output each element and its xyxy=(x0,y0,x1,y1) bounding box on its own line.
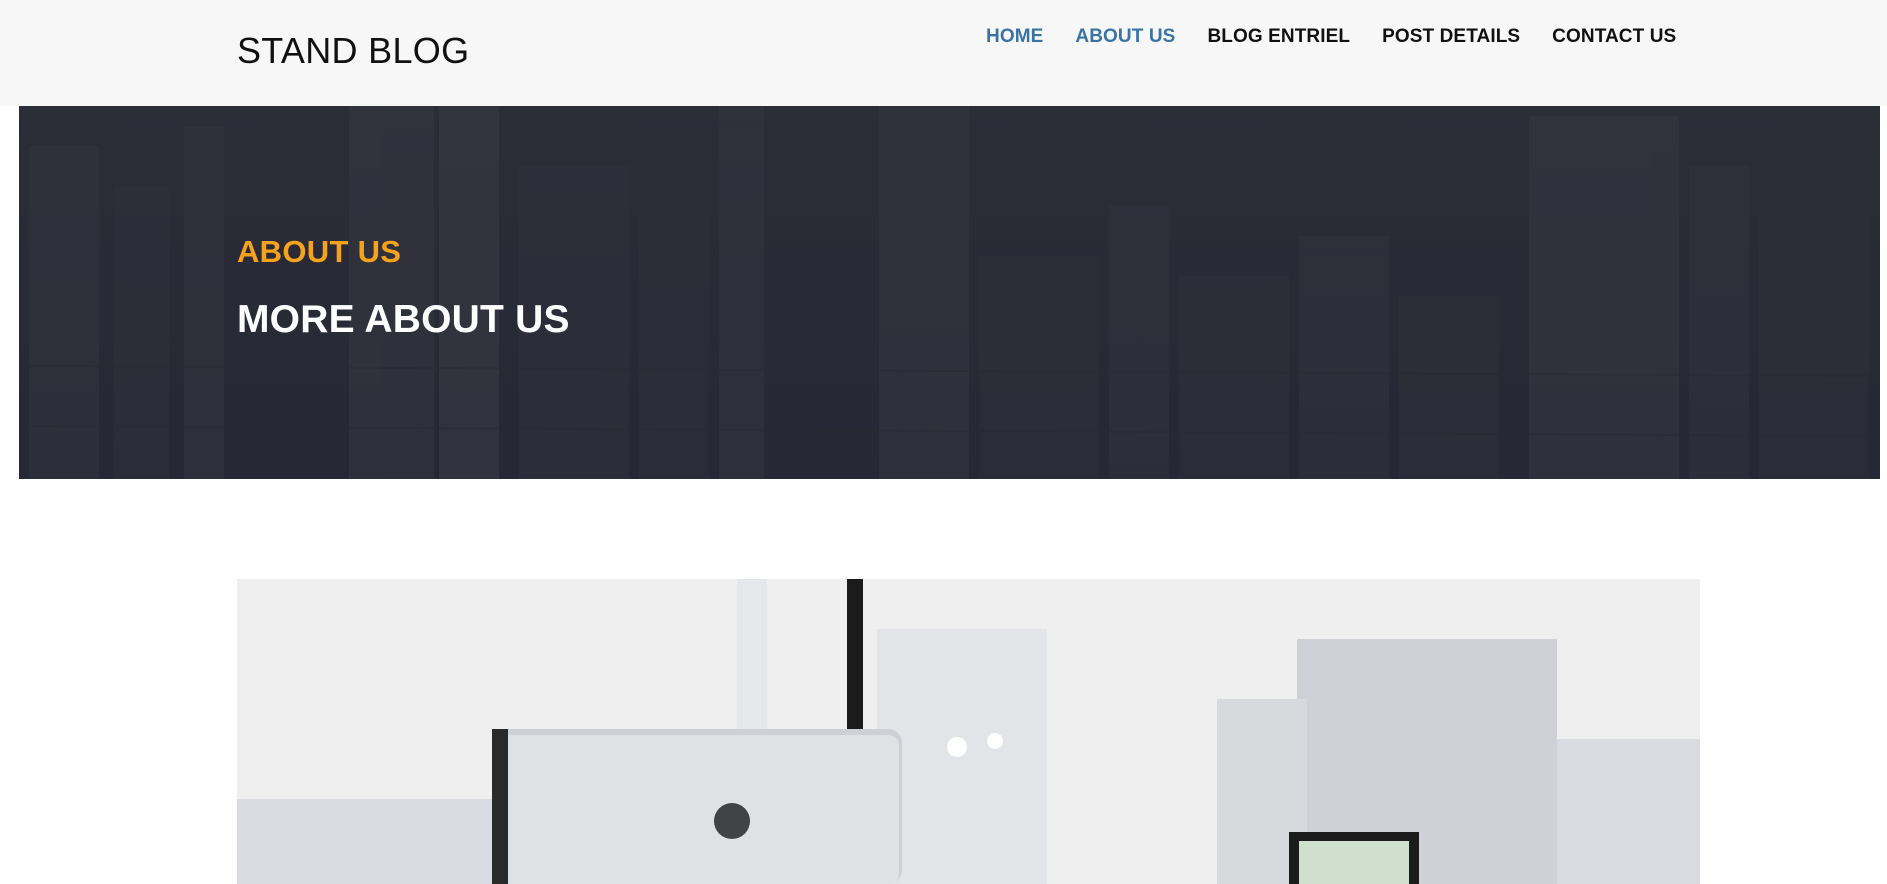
nav-about-us[interactable]: ABOUT US xyxy=(1075,26,1175,48)
nav-contact-us[interactable]: CONTACT US xyxy=(1552,26,1676,48)
page-heading-subtitle: ABOUT US xyxy=(237,234,402,269)
nav-blog-entries[interactable]: BLOG ENTRIEL xyxy=(1207,26,1350,48)
city-skyline-background xyxy=(19,106,1880,479)
page-heading-banner: ABOUT US MORE ABOUT US xyxy=(19,106,1880,479)
page-heading-title: MORE ABOUT US xyxy=(237,298,570,341)
site-logo[interactable]: STAND BLOG xyxy=(237,30,469,72)
nav-home[interactable]: HOME xyxy=(986,26,1043,48)
nav-post-details[interactable]: POST DETAILS xyxy=(1382,26,1520,48)
main-nav: HOME ABOUT US BLOG ENTRIEL POST DETAILS … xyxy=(986,26,1708,48)
office-desk-photo xyxy=(237,579,1700,884)
site-header: STAND BLOG HOME ABOUT US BLOG ENTRIEL PO… xyxy=(0,0,1887,106)
about-us-image xyxy=(237,579,1700,884)
